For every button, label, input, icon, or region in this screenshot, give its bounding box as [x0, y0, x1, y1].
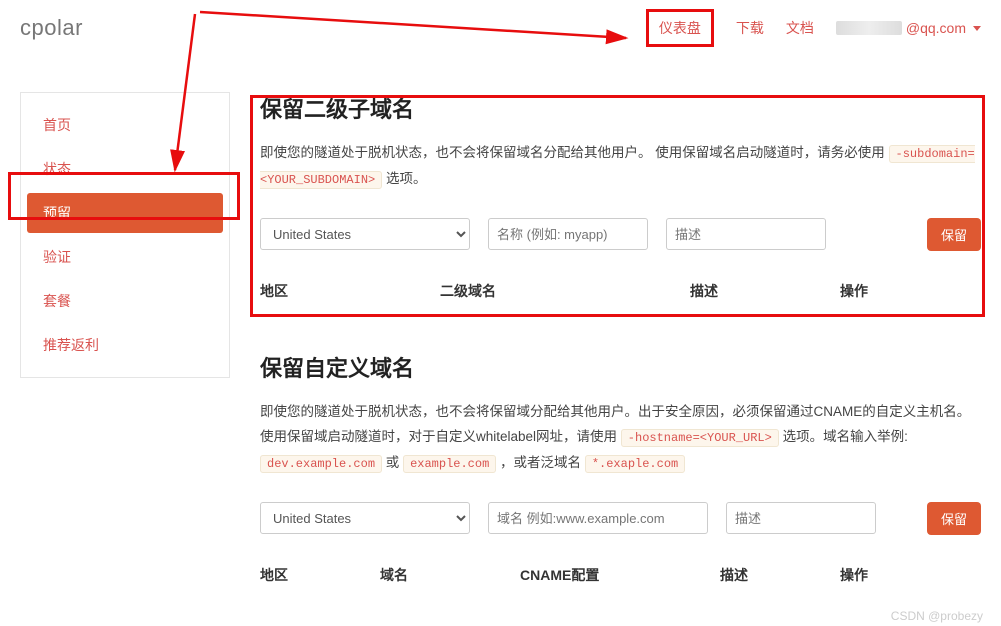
custom-domain-input[interactable]: [488, 502, 708, 534]
col-domain: 域名: [380, 565, 520, 585]
custom-desc: 即使您的隧道处于脱机状态，也不会将保留域分配给其他用户。出于安全原因，必须保留通…: [260, 399, 981, 476]
col-subdomain: 二级域名: [440, 281, 690, 301]
sidebar-item-status[interactable]: 状态: [27, 149, 223, 189]
sidebar-item-plan[interactable]: 套餐: [27, 281, 223, 321]
subdomain-desc-suffix: 选项。: [386, 171, 427, 186]
custom-desc-4: ，或者泛域名: [500, 455, 585, 470]
user-menu[interactable]: @qq.com: [836, 20, 981, 36]
user-email-masked: [836, 21, 902, 35]
sidebar-item-referral[interactable]: 推荐返利: [27, 325, 223, 365]
col-region: 地区: [260, 281, 440, 301]
subdomain-title: 保留二级子域名: [260, 92, 981, 124]
custom-desc-2: 选项。域名输入举例:: [783, 429, 908, 444]
sidebar-item-verify[interactable]: 验证: [27, 237, 223, 277]
chevron-down-icon: [973, 26, 981, 31]
sidebar-item-home[interactable]: 首页: [27, 105, 223, 145]
nav-docs[interactable]: 文档: [786, 18, 814, 38]
custom-code-hostname: -hostname=<YOUR_URL>: [621, 429, 779, 447]
col-action2: 操作: [840, 565, 868, 585]
subdomain-desc-input[interactable]: [666, 218, 826, 250]
user-email-suffix: @qq.com: [906, 20, 966, 36]
col-desc: 描述: [690, 281, 840, 301]
col-cname: CNAME配置: [520, 565, 720, 585]
subdomain-name-input[interactable]: [488, 218, 648, 250]
subdomain-table-header: 地区 二级域名 描述 操作: [260, 275, 981, 313]
subdomain-desc-prefix: 即使您的隧道处于脱机状态，也不会将保留域名分配给其他用户。 使用保留域名启动隧道…: [260, 145, 889, 160]
nav-dashboard[interactable]: 仪表盘: [659, 20, 701, 36]
custom-code-ex3: *.exaple.com: [585, 455, 685, 473]
custom-desc-3: 或: [386, 455, 403, 470]
custom-code-ex2: example.com: [403, 455, 496, 473]
logo: cpolar: [20, 15, 83, 41]
watermark: CSDN @probezy: [891, 609, 983, 623]
sidebar: 首页 状态 预留 验证 套餐 推荐返利: [20, 92, 230, 378]
custom-code-ex1: dev.example.com: [260, 455, 382, 473]
sidebar-item-reserve[interactable]: 预留: [27, 193, 223, 233]
subdomain-region-select[interactable]: United States: [260, 218, 470, 250]
custom-title: 保留自定义域名: [260, 351, 981, 383]
nav-download[interactable]: 下载: [736, 18, 764, 38]
col-region2: 地区: [260, 565, 380, 585]
subdomain-desc: 即使您的隧道处于脱机状态，也不会将保留域名分配给其他用户。 使用保留域名启动隧道…: [260, 140, 981, 192]
custom-table-header: 地区 域名 CNAME配置 描述 操作: [260, 559, 981, 597]
col-desc2: 描述: [720, 565, 840, 585]
custom-region-select[interactable]: United States: [260, 502, 470, 534]
col-action: 操作: [840, 281, 868, 301]
custom-reserve-button[interactable]: 保留: [927, 502, 981, 535]
custom-desc-input[interactable]: [726, 502, 876, 534]
subdomain-reserve-button[interactable]: 保留: [927, 218, 981, 251]
